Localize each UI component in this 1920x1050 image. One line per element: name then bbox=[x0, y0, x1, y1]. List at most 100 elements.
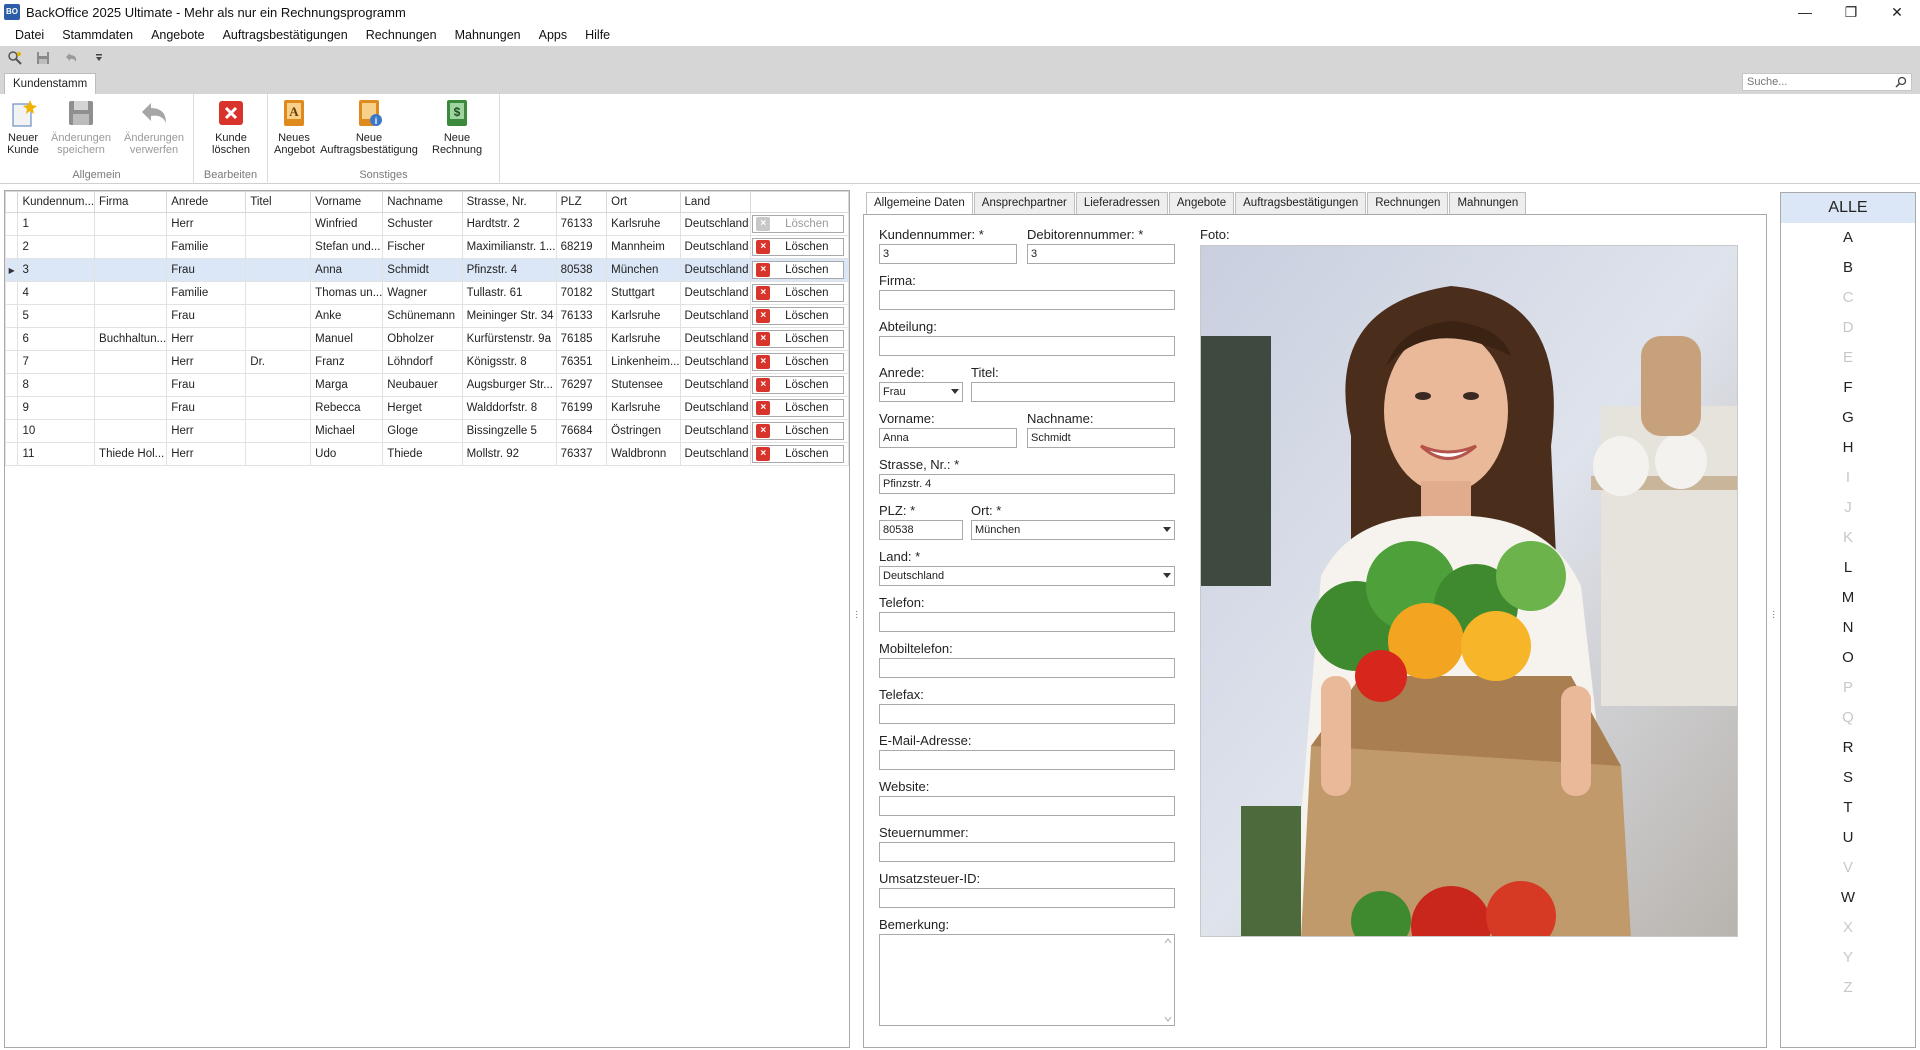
cell-land[interactable]: Deutschland bbox=[679, 373, 752, 397]
menu-mahnungen[interactable]: Mahnungen bbox=[446, 24, 530, 46]
alphabet-letter-o[interactable]: O bbox=[1781, 643, 1915, 673]
alphabet-letter-j[interactable]: J bbox=[1781, 493, 1915, 523]
grid-header-ort[interactable]: Ort bbox=[606, 191, 681, 213]
table-row[interactable]: 10 Herr Michael Gloge Bissingzelle 5 76684 Öst… bbox=[4, 419, 849, 443]
table-row[interactable]: 7 Herr Dr. Franz Löhndorf Königsstr. 8 76351 Li… bbox=[4, 350, 849, 374]
alphabet-letter-q[interactable]: Q bbox=[1781, 703, 1915, 733]
cell-nachname[interactable]: Obholzer bbox=[382, 327, 463, 351]
alphabet-letter-s[interactable]: S bbox=[1781, 763, 1915, 793]
cell-vorname[interactable]: Marga bbox=[310, 373, 384, 397]
minimize-button[interactable]: — bbox=[1782, 0, 1828, 24]
table-row[interactable]: 6 Buchhaltun... Herr Manuel Obholzer Kurfürst… bbox=[4, 327, 849, 351]
delete-row-button[interactable]: × Löschen bbox=[752, 284, 845, 302]
alphabet-letter-a[interactable]: A bbox=[1781, 223, 1915, 253]
cell-titel[interactable] bbox=[245, 235, 312, 259]
cell-ort[interactable]: Karlsruhe bbox=[606, 304, 681, 328]
table-row[interactable]: 1 Herr Winfried Schuster Hardtstr. 2 76133 Kar… bbox=[4, 212, 849, 236]
delete-row-button[interactable]: × Löschen bbox=[752, 238, 845, 256]
grid-header-anrede[interactable]: Anrede bbox=[166, 191, 247, 213]
cell-firma[interactable]: Buchhaltun... bbox=[94, 327, 168, 351]
delete-customer-button[interactable]: Kunde löschen bbox=[206, 98, 256, 156]
cell-nachname[interactable]: Schmidt bbox=[382, 258, 463, 282]
cell-land[interactable]: Deutschland bbox=[679, 419, 752, 443]
table-row[interactable]: 9 Frau Rebecca Herget Walddorfstr. 8 76199 Kar… bbox=[4, 396, 849, 420]
cell-nachname[interactable]: Löhndorf bbox=[382, 350, 463, 374]
cell-nachname[interactable]: Neubauer bbox=[382, 373, 463, 397]
cell-plz[interactable]: 76684 bbox=[555, 419, 608, 443]
cell-ort[interactable]: Stuttgart bbox=[606, 281, 681, 305]
cell-anrede[interactable]: Herr bbox=[166, 212, 247, 236]
cell-anrede[interactable]: Herr bbox=[166, 442, 247, 466]
bemerkung-textarea[interactable] bbox=[879, 934, 1175, 1026]
table-row[interactable]: ▶ 3 Frau Anna Schmidt Pfinzstr. 4 80538 München… bbox=[4, 258, 849, 282]
website-field[interactable] bbox=[879, 796, 1175, 816]
cell-plz[interactable]: 76133 bbox=[555, 212, 608, 236]
cell-nachname[interactable]: Schuster bbox=[382, 212, 463, 236]
tab-mahnungen[interactable]: Mahnungen bbox=[1449, 192, 1527, 214]
cell-kundennummer[interactable]: 8 bbox=[17, 373, 96, 397]
scroll-up-icon[interactable] bbox=[1164, 938, 1172, 944]
cell-titel[interactable] bbox=[245, 212, 312, 236]
cell-titel[interactable] bbox=[245, 304, 312, 328]
cell-strasse[interactable]: Maximilianstr. 1... bbox=[461, 235, 557, 259]
cell-land[interactable]: Deutschland bbox=[679, 258, 752, 282]
new-order-confirmation-button[interactable]: i Neue Auftragsbestätigung bbox=[318, 98, 420, 156]
tab-auftragsbestaetigungen[interactable]: Auftragsbestätigungen bbox=[1235, 192, 1367, 214]
cell-firma[interactable] bbox=[94, 419, 168, 443]
tab-ansprechpartner[interactable]: Ansprechpartner bbox=[973, 192, 1075, 214]
cell-strasse[interactable]: Kurfürstenstr. 9a bbox=[461, 327, 557, 351]
cell-plz[interactable]: 70182 bbox=[555, 281, 608, 305]
alphabet-letter-h[interactable]: H bbox=[1781, 433, 1915, 463]
cell-nachname[interactable]: Thiede bbox=[382, 442, 463, 466]
menu-stammdaten[interactable]: Stammdaten bbox=[53, 24, 142, 46]
alphabet-letter-g[interactable]: G bbox=[1781, 403, 1915, 433]
cell-land[interactable]: Deutschland bbox=[679, 396, 752, 420]
quick-customize-dropdown-icon[interactable] bbox=[90, 49, 108, 67]
cell-anrede[interactable]: Familie bbox=[166, 281, 247, 305]
cell-firma[interactable]: Thiede Hol... bbox=[94, 442, 168, 466]
cell-kundennummer[interactable]: 9 bbox=[17, 396, 96, 420]
cell-titel[interactable]: Dr. bbox=[245, 350, 312, 374]
alphabet-letter-b[interactable]: B bbox=[1781, 253, 1915, 283]
alphabet-letter-k[interactable]: K bbox=[1781, 523, 1915, 553]
cell-vorname[interactable]: Stefan und... bbox=[310, 235, 384, 259]
debitorennummer-field[interactable]: 3 bbox=[1027, 244, 1175, 264]
cell-kundennummer[interactable]: 7 bbox=[17, 350, 96, 374]
cell-firma[interactable] bbox=[94, 281, 168, 305]
cell-ort[interactable]: Karlsruhe bbox=[606, 212, 681, 236]
delete-row-button[interactable]: × Löschen bbox=[752, 215, 845, 233]
cell-nachname[interactable]: Schünemann bbox=[382, 304, 463, 328]
alphabet-letter-y[interactable]: Y bbox=[1781, 943, 1915, 973]
steuernummer-field[interactable] bbox=[879, 842, 1175, 862]
nachname-field[interactable]: Schmidt bbox=[1027, 428, 1175, 448]
cell-vorname[interactable]: Winfried bbox=[310, 212, 384, 236]
email-field[interactable] bbox=[879, 750, 1175, 770]
grid-header-land[interactable]: Land bbox=[679, 191, 752, 213]
alphabet-letter-t[interactable]: T bbox=[1781, 793, 1915, 823]
alphabet-letter-r[interactable]: R bbox=[1781, 733, 1915, 763]
cell-plz[interactable]: 76351 bbox=[555, 350, 608, 374]
cell-plz[interactable]: 68219 bbox=[555, 235, 608, 259]
delete-row-button[interactable]: × Löschen bbox=[752, 330, 845, 348]
anrede-select[interactable]: Frau bbox=[879, 382, 963, 402]
cell-kundennummer[interactable]: 5 bbox=[17, 304, 96, 328]
alphabet-letter-z[interactable]: Z bbox=[1781, 973, 1915, 1003]
cell-strasse[interactable]: Augsburger Str... bbox=[461, 373, 557, 397]
strasse-field[interactable]: Pfinzstr. 4 bbox=[879, 474, 1175, 494]
cell-kundennummer[interactable]: 3 bbox=[17, 258, 96, 282]
cell-plz[interactable]: 80538 bbox=[555, 258, 608, 282]
tab-rechnungen[interactable]: Rechnungen bbox=[1367, 192, 1449, 214]
delete-row-button[interactable]: × Löschen bbox=[752, 353, 845, 371]
alphabet-letter-m[interactable]: M bbox=[1781, 583, 1915, 613]
cell-anrede[interactable]: Frau bbox=[166, 373, 247, 397]
kundennummer-field[interactable]: 3 bbox=[879, 244, 1017, 264]
telefon-field[interactable] bbox=[879, 612, 1175, 632]
splitter-grip-right[interactable]: · · · bbox=[1772, 607, 1775, 623]
cell-strasse[interactable]: Tullastr. 61 bbox=[461, 281, 557, 305]
new-customer-button[interactable]: Neuer Kunde bbox=[4, 98, 42, 156]
cell-titel[interactable] bbox=[245, 327, 312, 351]
delete-row-button[interactable]: × Löschen bbox=[752, 422, 845, 440]
menu-datei[interactable]: Datei bbox=[6, 24, 53, 46]
splitter-grip-left[interactable]: · · · bbox=[855, 607, 858, 623]
quick-new-icon[interactable] bbox=[6, 49, 24, 67]
